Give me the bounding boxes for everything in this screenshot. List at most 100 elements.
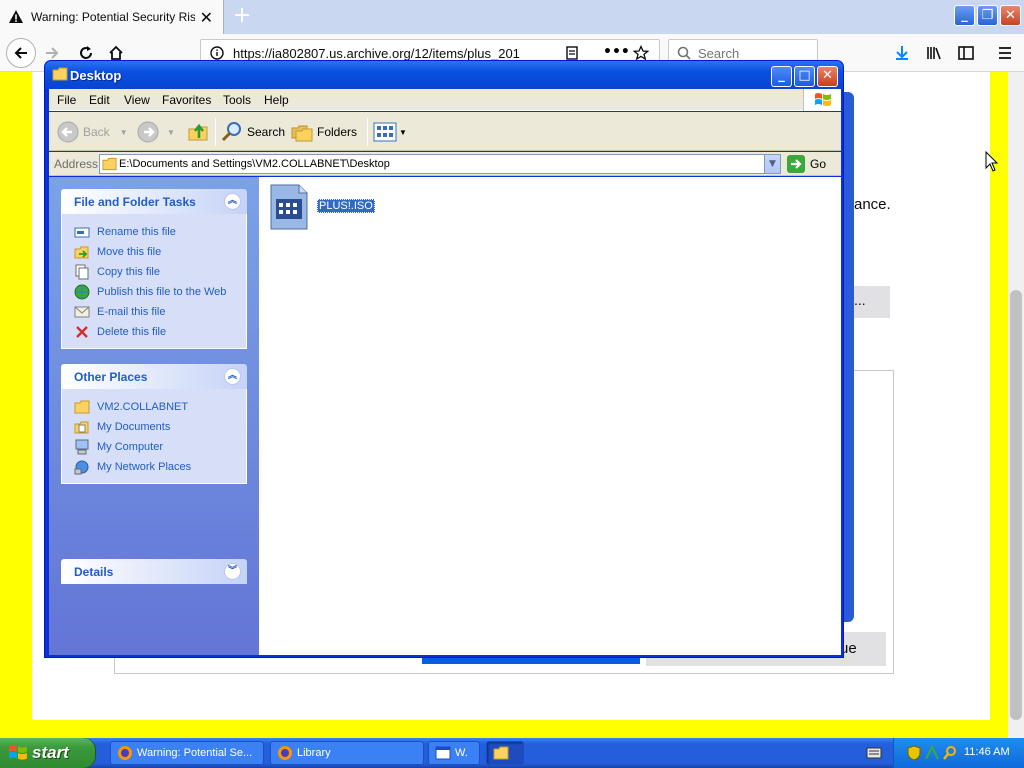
task-library[interactable]: Library (270, 741, 424, 765)
collapse-chevron-icon[interactable]: ︽ (224, 193, 241, 210)
search-icon (677, 46, 691, 60)
file-tasks-header[interactable]: File and Folder Tasks ︽ (61, 189, 247, 214)
mouse-cursor-icon (985, 151, 999, 172)
forward-icon (137, 121, 159, 143)
minimize-button[interactable]: _ (771, 66, 792, 87)
background-advanced-button[interactable]: ... (850, 286, 890, 318)
views-button[interactable]: ▼ (373, 118, 407, 146)
window-title: Desktop (70, 68, 122, 83)
my-documents-icon (74, 421, 89, 434)
email-icon (74, 306, 90, 318)
warning-icon (9, 10, 23, 23)
my-computer-icon (75, 439, 89, 455)
file-item[interactable]: PLUS!.ISO (269, 183, 389, 231)
back-button[interactable]: Back ▼ (57, 118, 128, 146)
task-copy[interactable]: Copy this file (74, 262, 246, 282)
task-email[interactable]: E-mail this file (74, 302, 246, 322)
place-my-documents[interactable]: My Documents (74, 417, 246, 437)
place-my-computer[interactable]: My Computer (74, 437, 246, 457)
download-icon[interactable] (890, 41, 914, 65)
task-rename[interactable]: Rename this file (74, 222, 246, 242)
new-tab-icon[interactable]: + (228, 2, 256, 30)
folders-icon (291, 125, 313, 142)
browser-minimize-button[interactable]: _ (954, 5, 975, 26)
forward-dropdown-icon[interactable]: ▼ (167, 128, 175, 137)
page-actions-icon[interactable]: ••• (603, 44, 630, 60)
place-vm2-collabnet[interactable]: VM2.COLLABNET (74, 397, 246, 417)
details-header[interactable]: Details ︾ (61, 559, 247, 584)
task-move[interactable]: Move this file (74, 242, 246, 262)
expand-chevron-icon[interactable]: ︾ (224, 563, 241, 580)
other-places-header[interactable]: Other Places ︽ (61, 364, 247, 389)
back-icon (57, 121, 79, 143)
maximize-button[interactable]: □ (794, 66, 815, 87)
browser-titlebar: Warning: Potential Security Risk Ahead ✕… (0, 0, 1024, 34)
info-icon[interactable] (210, 46, 224, 60)
move-icon (74, 246, 89, 259)
back-dropdown-icon[interactable]: ▼ (120, 128, 128, 137)
hamburger-menu-icon[interactable] (993, 41, 1017, 65)
menu-tools[interactable]: Tools (223, 93, 251, 107)
browser-close-button[interactable]: ✕ (1000, 5, 1021, 26)
network-icon[interactable] (924, 745, 940, 761)
menu-file[interactable]: File (57, 93, 76, 107)
address-label: Address (54, 157, 99, 171)
close-tab-icon[interactable]: ✕ (200, 8, 213, 27)
clock: 11:46 AM (964, 746, 1010, 758)
tab-title: Warning: Potential Security Risk Ahead (31, 10, 195, 24)
other-places-panel: Other Places ︽ VM2.COLLABNET My Document… (61, 364, 247, 484)
go-button[interactable]: Go (787, 154, 826, 174)
task-delete[interactable]: Delete this file (74, 322, 246, 342)
folder-icon (102, 157, 117, 171)
menu-edit[interactable]: Edit (89, 93, 110, 107)
menu-favorites[interactable]: Favorites (162, 93, 211, 107)
keyboard-icon[interactable] (866, 746, 882, 760)
browser-tab[interactable]: Warning: Potential Security Risk Ahead ✕ (0, 0, 224, 34)
explorer-window: Desktop _ □ ✕ File Edit View Favorites T… (44, 60, 844, 658)
bookmark-star-icon[interactable] (633, 45, 649, 61)
system-tray: 11:46 AM (893, 738, 1024, 768)
file-tasks-panel: File and Folder Tasks ︽ Rename this file… (61, 189, 247, 349)
browser-restore-button[interactable]: ❐ (977, 5, 998, 26)
collapse-chevron-icon[interactable]: ︽ (224, 368, 241, 385)
search-button[interactable]: Search (221, 118, 285, 146)
task-window-w[interactable]: W. (428, 741, 480, 765)
explorer-titlebar[interactable]: Desktop _ □ ✕ (45, 61, 843, 89)
firefox-icon (278, 746, 292, 760)
address-path: E:\Documents and Settings\VM2.COLLABNET\… (119, 158, 390, 170)
folder-icon (52, 67, 68, 81)
taskbar: start Warning: Potential Se... Library W… (0, 738, 1024, 768)
menu-help[interactable]: Help (264, 93, 289, 107)
sidebar-icon[interactable] (954, 41, 978, 65)
reader-view-icon[interactable] (565, 46, 579, 60)
explorer-body: File and Folder Tasks ︽ Rename this file… (49, 177, 841, 655)
forward-button[interactable]: ▼ (137, 118, 175, 146)
library-icon[interactable] (922, 41, 946, 65)
task-publish[interactable]: Publish this file to the Web (74, 282, 246, 302)
menu-view[interactable]: View (124, 93, 150, 107)
menu-bar: File Edit View Favorites Tools Help (49, 89, 841, 111)
folder-icon (74, 400, 90, 414)
views-dropdown-icon[interactable]: ▼ (399, 128, 407, 137)
close-button[interactable]: ✕ (817, 66, 838, 87)
place-my-network-places[interactable]: My Network Places (74, 457, 246, 477)
toolbar-separator (215, 118, 216, 146)
address-input[interactable]: E:\Documents and Settings\VM2.COLLABNET\… (99, 154, 781, 174)
other-places-list: VM2.COLLABNET My Documents My Computer M… (61, 389, 247, 484)
search-tray-icon[interactable] (942, 745, 958, 761)
folders-button[interactable]: Folders (291, 118, 357, 146)
back-arrow-icon[interactable] (6, 38, 36, 68)
network-places-icon (74, 460, 89, 475)
delete-x-icon (76, 326, 88, 338)
page-scrollbar-thumb[interactable] (1010, 290, 1022, 720)
task-explorer-desktop[interactable] (486, 741, 524, 765)
file-list: PLUS!.ISO (259, 177, 841, 655)
start-button[interactable]: start (0, 738, 96, 768)
up-folder-button[interactable] (187, 118, 209, 146)
copy-icon (75, 264, 89, 280)
magnifier-icon (221, 122, 241, 142)
task-firefox-warning[interactable]: Warning: Potential Se... (110, 741, 264, 765)
address-dropdown-icon[interactable]: ▼ (764, 155, 780, 173)
security-shield-icon[interactable] (906, 745, 922, 761)
go-arrow-icon (787, 155, 805, 173)
